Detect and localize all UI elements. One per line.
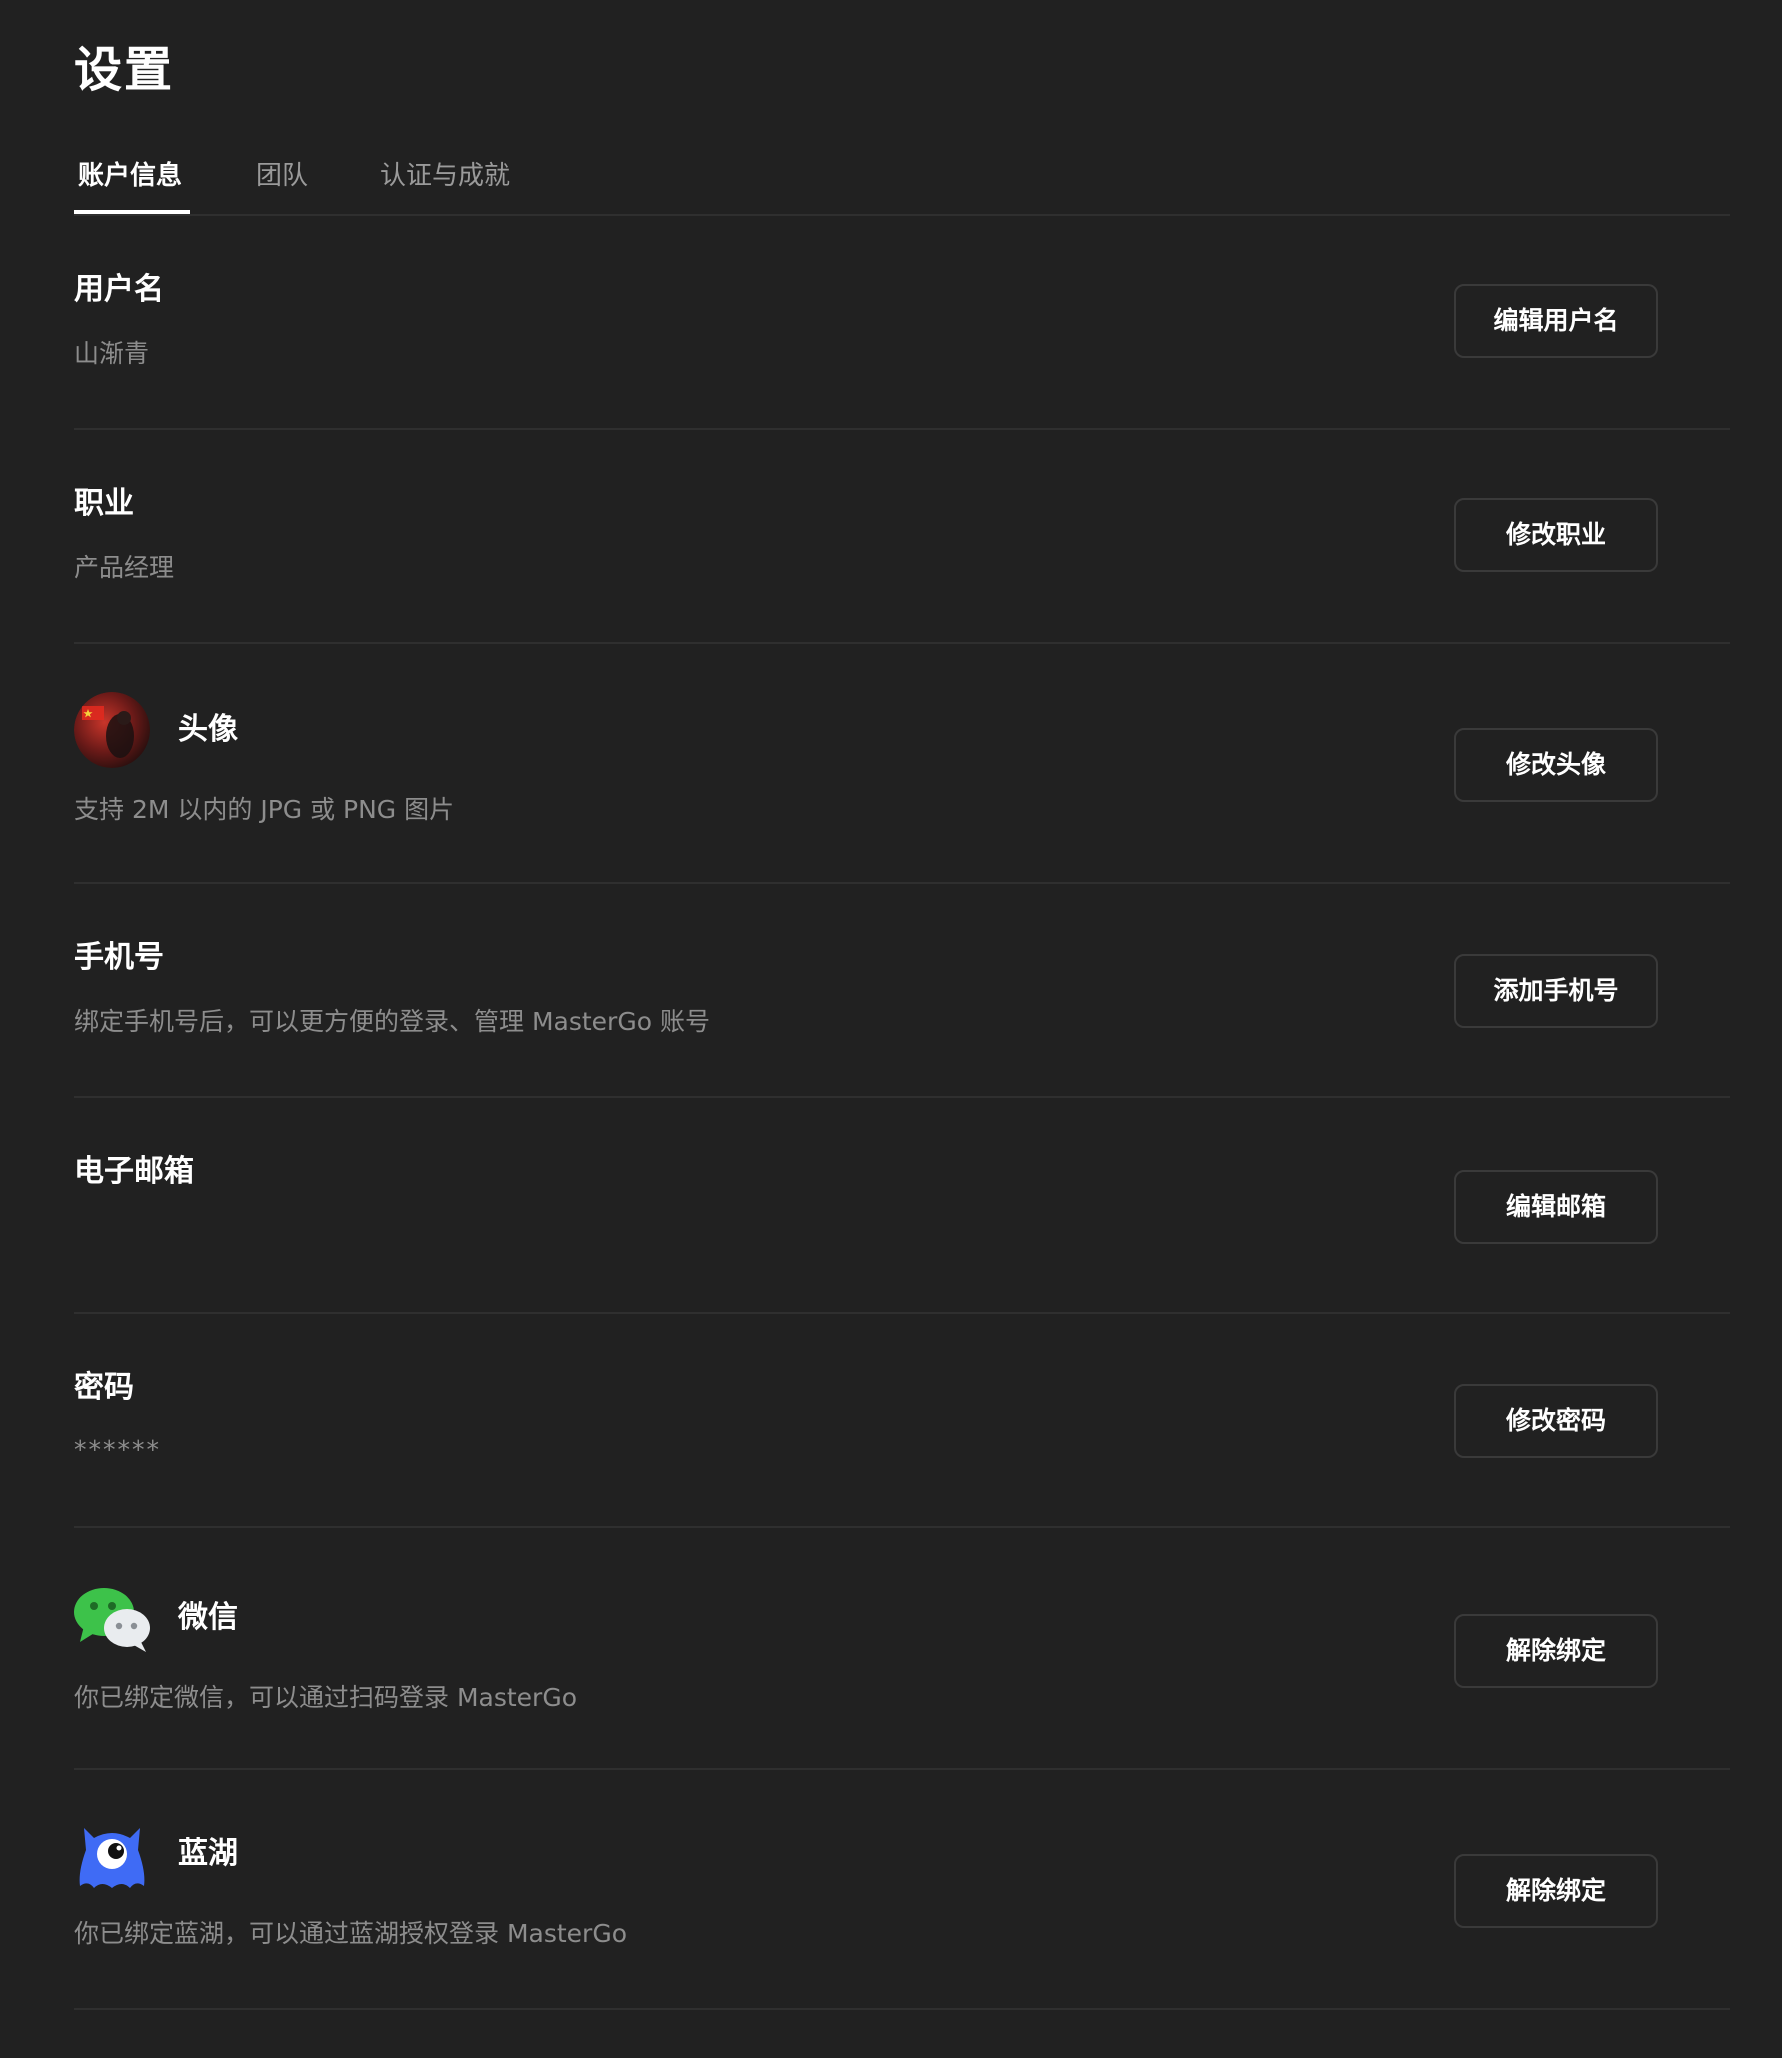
job-title: 职业 bbox=[74, 486, 134, 521]
tab-certification[interactable]: 认证与成就 bbox=[380, 158, 510, 194]
row-phone: 手机号 绑定手机号后，可以更方便的登录、管理 MasterGo 账号 添加手机号 bbox=[74, 884, 1730, 1098]
wechat-title: 微信 bbox=[178, 1600, 238, 1635]
tab-bar: 账户信息 团队 认证与成就 bbox=[74, 148, 1730, 216]
page-title: 设置 bbox=[74, 42, 175, 98]
edit-job-button[interactable]: 修改职业 bbox=[1454, 498, 1658, 572]
row-username: 用户名 山渐青 编辑用户名 bbox=[74, 216, 1730, 430]
unbind-wechat-button[interactable]: 解除绑定 bbox=[1454, 1614, 1658, 1688]
avatar-hint: 支持 2M 以内的 JPG 或 PNG 图片 bbox=[74, 795, 455, 824]
lanhu-icon bbox=[74, 1816, 150, 1892]
lanhu-hint: 你已绑定蓝湖，可以通过蓝湖授权登录 MasterGo bbox=[74, 1919, 627, 1948]
tab-account-info[interactable]: 账户信息 bbox=[78, 158, 182, 194]
username-title: 用户名 bbox=[74, 272, 164, 307]
change-avatar-button[interactable]: 修改头像 bbox=[1454, 728, 1658, 802]
phone-title: 手机号 bbox=[74, 940, 164, 975]
add-phone-button[interactable]: 添加手机号 bbox=[1454, 954, 1658, 1028]
change-password-button[interactable]: 修改密码 bbox=[1454, 1384, 1658, 1458]
phone-hint: 绑定手机号后，可以更方便的登录、管理 MasterGo 账号 bbox=[74, 1007, 710, 1036]
unbind-lanhu-button[interactable]: 解除绑定 bbox=[1454, 1854, 1658, 1928]
row-avatar: 头像 支持 2M 以内的 JPG 或 PNG 图片 修改头像 bbox=[74, 644, 1730, 884]
avatar-title: 头像 bbox=[178, 712, 238, 747]
row-lanhu: 蓝湖 你已绑定蓝湖，可以通过蓝湖授权登录 MasterGo 解除绑定 bbox=[74, 1770, 1730, 2010]
lanhu-title: 蓝湖 bbox=[178, 1836, 238, 1871]
row-password: 密码 ****** 修改密码 bbox=[74, 1314, 1730, 1528]
row-email: 电子邮箱 编辑邮箱 bbox=[74, 1098, 1730, 1314]
password-value: ****** bbox=[74, 1435, 161, 1464]
edit-username-button[interactable]: 编辑用户名 bbox=[1454, 284, 1658, 358]
password-title: 密码 bbox=[74, 1370, 134, 1405]
wechat-icon bbox=[74, 1586, 150, 1662]
wechat-hint: 你已绑定微信，可以通过扫码登录 MasterGo bbox=[74, 1683, 577, 1712]
edit-email-button[interactable]: 编辑邮箱 bbox=[1454, 1170, 1658, 1244]
username-value: 山渐青 bbox=[74, 339, 150, 368]
avatar-icon[interactable] bbox=[74, 692, 150, 768]
job-value: 产品经理 bbox=[74, 553, 175, 582]
active-tab-indicator bbox=[74, 210, 190, 214]
row-job: 职业 产品经理 修改职业 bbox=[74, 430, 1730, 644]
row-wechat: 微信 你已绑定微信，可以通过扫码登录 MasterGo 解除绑定 bbox=[74, 1528, 1730, 1770]
email-title: 电子邮箱 bbox=[74, 1154, 194, 1189]
tab-team[interactable]: 团队 bbox=[256, 158, 308, 194]
